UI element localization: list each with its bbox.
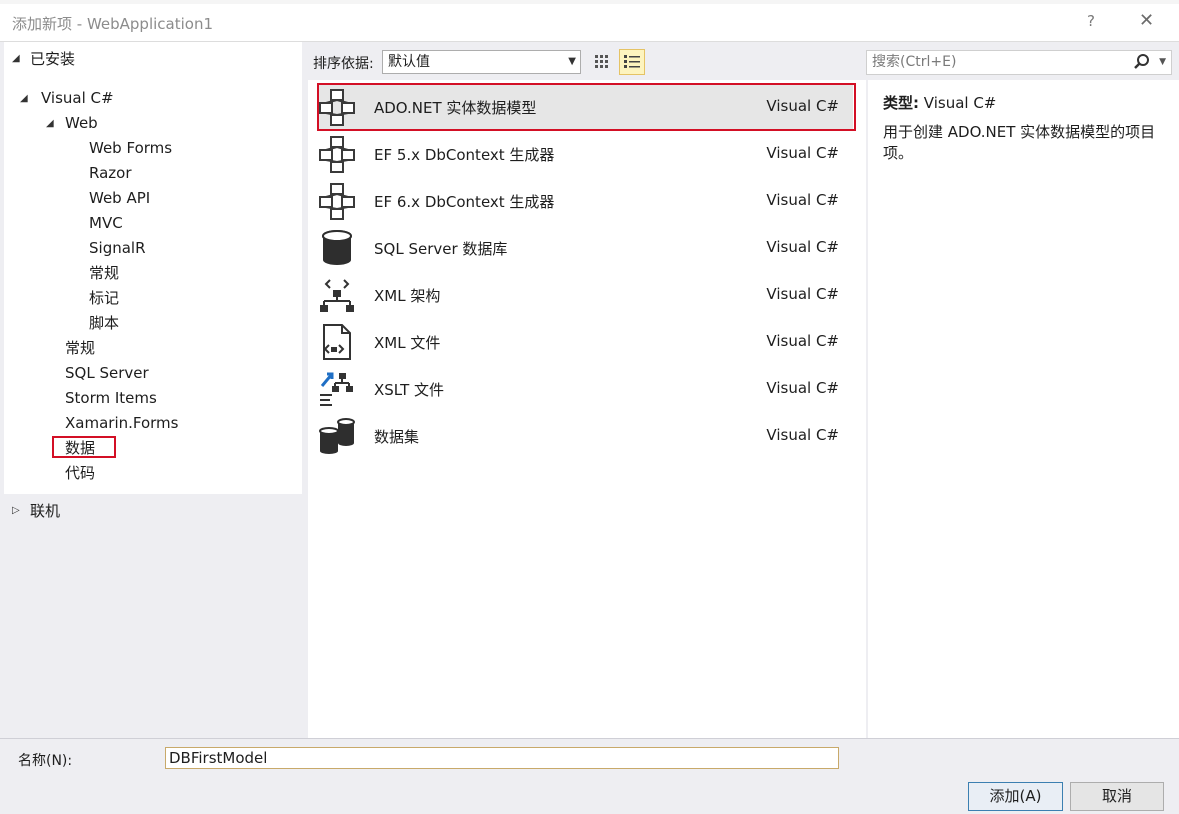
sort-dropdown[interactable]: 默认值 ▼ — [382, 50, 581, 74]
item-template-list: ADO.NET 实体数据模型 Visual C# EF 5.x DbContex… — [308, 80, 866, 738]
item-details-panel: 类型: Visual C# 用于创建 ADO.NET 实体数据模型的项目项。 — [868, 80, 1179, 738]
tree-item-web-forms[interactable]: Web Forms — [89, 137, 172, 159]
item-language: Visual C# — [766, 426, 839, 444]
grid-view-icon — [595, 55, 608, 68]
collapse-arrow-icon[interactable]: ◢ — [12, 53, 20, 64]
list-item[interactable]: SQL Server 数据库 Visual C# — [318, 225, 853, 271]
database-icon — [322, 230, 352, 265]
search-placeholder: 搜索(Ctrl+E) — [872, 54, 957, 70]
dialog-title: 添加新项 - WebApplication1 — [12, 15, 214, 33]
xml-file-icon — [323, 324, 351, 360]
tree-item-web-api[interactable]: Web API — [89, 187, 150, 209]
item-language: Visual C# — [766, 379, 839, 397]
xml-schema-icon — [320, 279, 354, 312]
item-name: XSLT 文件 — [374, 381, 445, 399]
search-icon[interactable] — [1133, 53, 1151, 71]
item-name: XML 架构 — [374, 287, 441, 305]
tree-item-signalr[interactable]: SignalR — [89, 237, 146, 259]
item-selection-highlight — [317, 83, 856, 131]
tree-item-visual-csharp[interactable]: Visual C# — [41, 87, 114, 109]
item-name: SQL Server 数据库 — [374, 240, 508, 258]
xslt-file-icon — [320, 372, 353, 406]
collapse-arrow-icon[interactable]: ◢ — [20, 93, 28, 104]
list-item[interactable]: EF 6.x DbContext 生成器 Visual C# — [318, 178, 853, 224]
tree-item-razor[interactable]: Razor — [89, 162, 132, 184]
item-type: 类型: Visual C# — [883, 92, 996, 113]
list-view-icon — [624, 55, 640, 68]
tree-item-web[interactable]: Web — [65, 112, 98, 134]
tree-item-web-general[interactable]: 常规 — [89, 262, 119, 284]
tree-item-code[interactable]: 代码 — [65, 462, 95, 484]
item-language: Visual C# — [766, 285, 839, 303]
item-language: Visual C# — [766, 238, 839, 256]
list-item[interactable]: 数据集 Visual C# — [318, 413, 853, 459]
item-language: Visual C# — [766, 191, 839, 209]
entity-model-icon — [319, 183, 355, 220]
list-item[interactable]: EF 5.x DbContext 生成器 Visual C# — [318, 131, 853, 177]
close-button[interactable]: ✕ — [1139, 10, 1154, 31]
type-label: 类型: — [883, 94, 919, 112]
item-language: Visual C# — [766, 332, 839, 350]
tree-item-general[interactable]: 常规 — [65, 337, 95, 359]
help-button[interactable]: ? — [1087, 12, 1095, 30]
tree-item-storm-items[interactable]: Storm Items — [65, 387, 157, 409]
tree-item-xamarin-forms[interactable]: Xamarin.Forms — [65, 412, 178, 434]
item-name: 数据集 — [374, 428, 420, 446]
type-value: Visual C# — [923, 94, 997, 112]
collapse-arrow-icon[interactable]: ◢ — [46, 118, 54, 129]
search-input[interactable]: 搜索(Ctrl+E) ▼ — [866, 50, 1172, 75]
tree-item-installed[interactable]: 已安装 — [30, 48, 75, 70]
chevron-down-icon: ▼ — [568, 56, 576, 67]
search-options-chevron-icon[interactable]: ▼ — [1159, 51, 1166, 74]
item-language: Visual C# — [766, 144, 839, 162]
list-item[interactable]: XML 文件 Visual C# — [318, 319, 853, 365]
tree-item-markup[interactable]: 标记 — [89, 287, 119, 309]
cancel-button[interactable]: 取消 — [1070, 782, 1164, 811]
add-button[interactable]: 添加(A) — [968, 782, 1063, 811]
template-tree: ◢ 已安装 ◢ Visual C# ◢ Web Web Forms Razor … — [4, 42, 302, 494]
grid-view-button[interactable] — [589, 49, 615, 75]
name-label: 名称(N): — [18, 753, 73, 769]
entity-model-icon — [319, 136, 355, 173]
name-field[interactable]: DBFirstModel — [165, 747, 839, 769]
list-view-button[interactable] — [619, 49, 645, 75]
item-name: XML 文件 — [374, 334, 441, 352]
tree-item-mvc[interactable]: MVC — [89, 212, 123, 234]
tree-item-script[interactable]: 脚本 — [89, 312, 119, 334]
tree-item-sql-server[interactable]: SQL Server — [65, 362, 149, 384]
list-item[interactable]: XML 架构 Visual C# — [318, 272, 853, 318]
expand-arrow-icon[interactable]: ▷ — [12, 505, 20, 516]
sort-label: 排序依据: — [313, 56, 374, 72]
list-item[interactable]: XSLT 文件 Visual C# — [318, 366, 853, 412]
title-bar: 添加新项 - WebApplication1 ? ✕ — [0, 4, 1179, 42]
dataset-icon — [319, 418, 355, 454]
item-name: EF 6.x DbContext 生成器 — [374, 193, 555, 211]
sort-value: 默认值 — [388, 54, 430, 70]
tree-item-online[interactable]: 联机 — [30, 500, 60, 522]
item-description: 用于创建 ADO.NET 实体数据模型的项目项。 — [883, 123, 1156, 162]
tree-item-data[interactable]: 数据 — [65, 437, 95, 459]
item-name: EF 5.x DbContext 生成器 — [374, 146, 555, 164]
